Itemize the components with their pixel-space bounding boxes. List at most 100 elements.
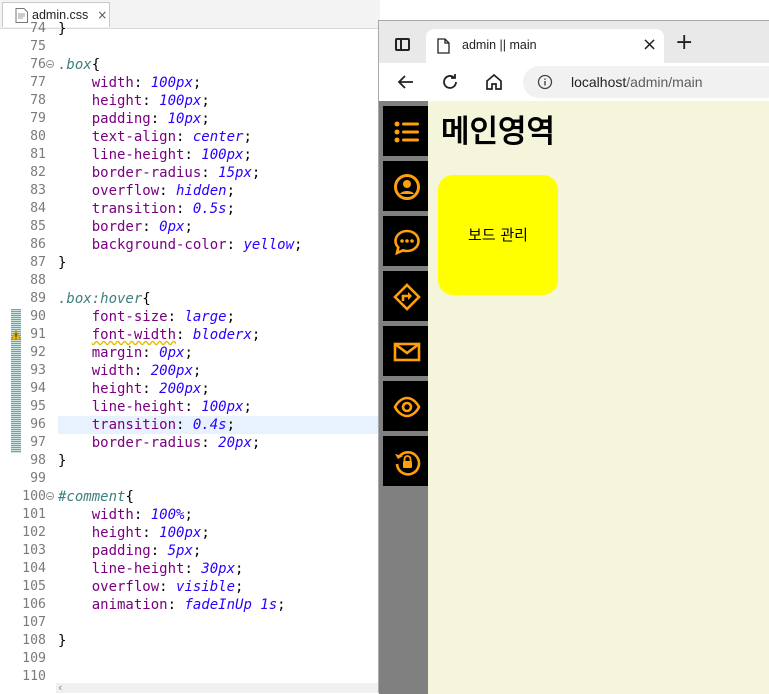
code-line[interactable]: 86 background-color: yellow; (0, 236, 378, 254)
css-property: background-color (91, 237, 227, 253)
line-number: 108 (22, 633, 46, 648)
code-line[interactable]: 104 line-height: 30px; (0, 560, 378, 578)
browser-window: admin || main × + localhost/admin/main 메… (378, 20, 769, 694)
code-line[interactable]: 98} (0, 452, 378, 470)
nav-item-directions[interactable] (383, 271, 429, 321)
back-arrow-icon[interactable] (395, 71, 417, 93)
nav-item-view[interactable] (383, 381, 429, 431)
tab-actions-icon[interactable] (395, 38, 410, 51)
code-line[interactable]: 96 transition: 0.4s; (0, 416, 378, 434)
code-text: background-color: yellow; (91, 237, 303, 253)
mail-icon (393, 342, 421, 362)
code-line[interactable]: 84 transition: 0.5s; (0, 200, 378, 218)
list-icon (394, 121, 419, 143)
horizontal-scrollbar[interactable]: ‹ (56, 681, 380, 693)
close-tab-icon[interactable]: × (642, 35, 657, 55)
code-text: } (58, 255, 67, 271)
code-line[interactable]: 100− #comment{ (0, 488, 378, 506)
code-line[interactable]: 81 line-height: 100px; (0, 146, 378, 164)
css-value: 30px (201, 561, 236, 577)
css-value: 15px (218, 165, 252, 181)
css-property: transition (91, 201, 177, 217)
code-line[interactable]: 106 animation: fadeInUp 1s; (0, 596, 378, 614)
new-tab-button[interactable]: + (675, 31, 693, 55)
code-line[interactable]: 74} (0, 20, 378, 38)
code-line[interactable]: 95 line-height: 100px; (0, 398, 378, 416)
css-property: line-height (91, 561, 185, 577)
code-line[interactable]: 90 font-size: large; (0, 308, 378, 326)
line-number: 75 (30, 39, 46, 54)
code-text: line-height: 30px; (91, 561, 244, 577)
code-line[interactable]: 94 height: 200px; (0, 380, 378, 398)
css-value: 0px (159, 345, 185, 361)
css-property: transition (91, 417, 177, 433)
css-value: center (192, 129, 244, 145)
code-line[interactable]: 85 border: 0px; (0, 218, 378, 236)
directions-icon (393, 283, 421, 311)
code-line[interactable]: 87} (0, 254, 378, 272)
code-line[interactable]: 76− .box{ (0, 56, 378, 74)
css-value: 10px (167, 111, 202, 127)
code-text: padding: 10px; (91, 111, 210, 127)
browser-tab-title: admin || main (462, 38, 537, 52)
nav-item-user[interactable] (383, 161, 429, 211)
css-property: height (91, 381, 143, 397)
nav-item-comments[interactable] (383, 216, 429, 266)
url-path: /admin/main (626, 74, 703, 90)
address-bar[interactable]: localhost/admin/main (523, 66, 769, 98)
board-management-box[interactable]: 보드 관리 (438, 175, 558, 295)
code-line[interactable]: 108} (0, 632, 378, 650)
page-title: 메인영역 (441, 114, 556, 150)
code-text: line-height: 100px; (91, 147, 252, 163)
line-number: 93 (30, 363, 46, 378)
code-line[interactable]: 93 width: 200px; (0, 362, 378, 380)
code-line[interactable]: 102 height: 100px; (0, 524, 378, 542)
scroll-left-icon[interactable]: ‹ (58, 681, 62, 693)
css-property: border-radius (91, 165, 202, 181)
css-value: 100px (159, 93, 202, 109)
code-line[interactable]: 79 padding: 10px; (0, 110, 378, 128)
browser-tab-main[interactable]: admin || main × (426, 29, 664, 63)
code-text: font-size: large; (91, 309, 236, 325)
code-line[interactable]: 109 (0, 650, 378, 668)
code-line[interactable]: 101 width: 100%; (0, 506, 378, 524)
code-line[interactable]: 103 padding: 5px; (0, 542, 378, 560)
css-property: width (91, 507, 134, 523)
code-line[interactable]: 83 overflow: hidden; (0, 182, 378, 200)
code-line[interactable]: 78 height: 100px; (0, 92, 378, 110)
code-text: font-width: bloderx; (91, 327, 261, 343)
code-line[interactable]: 107 (0, 614, 378, 632)
css-value: 0.5s (192, 201, 227, 217)
css-value: 100px (150, 75, 193, 91)
code-line[interactable]: 105 overflow: visible; (0, 578, 378, 596)
css-value: yellow (243, 237, 295, 253)
fold-toggle-icon[interactable]: − (46, 492, 54, 501)
line-number: 103 (22, 543, 46, 558)
nav-item-menu[interactable] (383, 106, 429, 156)
line-number: 95 (30, 399, 46, 414)
code-line[interactable]: 82 border-radius: 15px; (0, 164, 378, 182)
code-line[interactable]: 92 margin: 0px; (0, 344, 378, 362)
fold-toggle-icon[interactable]: − (46, 60, 54, 69)
css-property: border (91, 219, 143, 235)
line-number: 90 (30, 309, 46, 324)
nav-item-lock[interactable] (383, 436, 429, 486)
code-line[interactable]: 89 .box:hover{ (0, 290, 378, 308)
css-value: hidden (176, 183, 227, 199)
page-viewport: 메인영역 보드 관리 (379, 101, 769, 694)
site-info-icon[interactable] (537, 74, 553, 90)
css-property: width (91, 75, 134, 91)
code-line[interactable]: 80 text-align: center; (0, 128, 378, 146)
css-selector: .box:hover (58, 291, 143, 307)
code-line[interactable]: 91 font-width: bloderx; (0, 326, 378, 344)
code-line[interactable]: 77 width: 100px; (0, 74, 378, 92)
code-line[interactable]: 97 border-radius: 20px; (0, 434, 378, 452)
code-line[interactable]: 88 (0, 272, 378, 290)
refresh-icon[interactable] (439, 71, 461, 93)
code-line[interactable]: 75 (0, 38, 378, 56)
home-icon[interactable] (483, 71, 505, 93)
code-line[interactable]: 99 (0, 470, 378, 488)
css-value: 0px (159, 219, 185, 235)
line-number: 96 (30, 417, 46, 432)
nav-item-mail[interactable] (383, 326, 429, 376)
